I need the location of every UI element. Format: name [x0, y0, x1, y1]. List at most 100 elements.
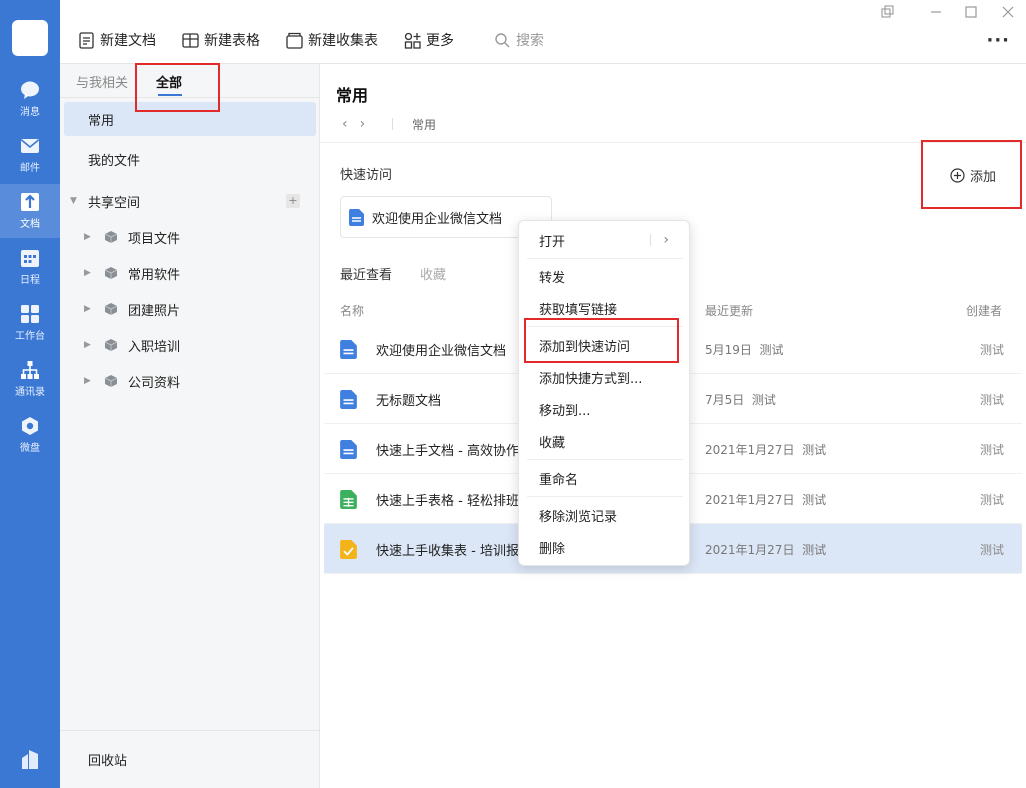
new-sheet-icon — [182, 32, 199, 48]
new-doc-label: 新建文档 — [100, 33, 156, 49]
file-creator: 测试 — [979, 343, 1004, 357]
file-creator: 测试 — [979, 393, 1004, 407]
rail-item-mail[interactable]: 邮件 — [0, 128, 60, 182]
new-form-button[interactable]: 新建收集表 — [286, 28, 378, 52]
menu-open-label: 打开 — [539, 234, 566, 250]
mail-icon — [20, 139, 40, 153]
cube-icon — [104, 267, 118, 279]
file-updated: 5月19日 测试 — [705, 343, 784, 357]
menu-remove-history[interactable]: 移除浏览记录 — [519, 500, 691, 530]
file-creator: 测试 — [979, 443, 1004, 457]
tab-related[interactable]: 与我相关 — [76, 72, 128, 91]
menu-delete[interactable]: 删除 — [519, 532, 691, 562]
drive-icon — [22, 417, 38, 435]
close-icon[interactable] — [1000, 4, 1016, 20]
tab-recent[interactable]: 最近查看 — [340, 264, 392, 283]
cube-icon — [104, 339, 118, 351]
back-button[interactable]: ‹ — [342, 116, 348, 132]
new-sheet-label: 新建表格 — [204, 33, 260, 49]
expand-arrow-icon: ▶ — [84, 304, 91, 314]
form-file-icon — [340, 540, 357, 559]
more-label: 更多 — [426, 33, 454, 49]
shared-space-label: 共享空间 — [88, 195, 141, 211]
rail-item-workbench[interactable]: 工作台 — [0, 296, 60, 350]
pin-window-icon[interactable] — [879, 4, 895, 20]
chevron-right-icon[interactable]: › — [663, 232, 669, 248]
column-updated[interactable]: 最近更新 — [705, 302, 753, 319]
menu-divider — [527, 459, 683, 460]
context-menu: 打开 › 转发 获取填写链接 添加到快速访问 添加快捷方式到... 移动到...… — [518, 220, 690, 566]
overflow-menu-button[interactable]: ··· — [986, 30, 1010, 51]
folder-item[interactable]: ▶ 团建照片 — [84, 294, 180, 324]
document-icon — [21, 193, 39, 211]
rail-label: 邮件 — [20, 163, 40, 174]
menu-add-shortcut[interactable]: 添加快捷方式到... — [519, 362, 691, 392]
file-creator: 测试 — [979, 543, 1004, 557]
left-rail: 消息 邮件 文档 日程 工作台 通讯录 微盘 — [0, 0, 60, 788]
column-name[interactable]: 名称 — [340, 302, 364, 319]
menu-rename[interactable]: 重命名 — [519, 463, 691, 493]
menu-forward[interactable]: 转发 — [519, 261, 691, 291]
apps-icon — [404, 32, 421, 49]
search-placeholder: 搜索 — [516, 33, 544, 49]
breadcrumb-divider — [392, 118, 393, 130]
minimize-icon[interactable] — [928, 4, 944, 20]
expand-arrow-icon: ▶ — [84, 232, 91, 242]
file-updated: 2021年1月27日 测试 — [705, 543, 827, 557]
file-name: 快速上手收集表 - 培训报名 — [376, 544, 532, 559]
search-box[interactable]: 搜索 — [494, 28, 544, 52]
building-icon[interactable] — [19, 748, 41, 770]
avatar[interactable] — [12, 20, 48, 56]
rail-item-messages[interactable]: 消息 — [0, 72, 60, 126]
file-name: 快速上手文档 - 高效协作 — [376, 444, 519, 459]
menu-divider — [527, 496, 683, 497]
folder-item[interactable]: ▶ 项目文件 — [84, 222, 180, 252]
contacts-icon — [21, 361, 39, 379]
menu-favorite[interactable]: 收藏 — [519, 426, 691, 456]
expand-arrow-icon: ▶ — [84, 268, 91, 278]
rail-item-calendar[interactable]: 日程 — [0, 240, 60, 294]
doc-file-icon — [340, 390, 357, 409]
folder-item[interactable]: ▶ 常用软件 — [84, 258, 180, 288]
recycle-bin[interactable]: 回收站 — [60, 730, 320, 788]
chat-icon — [21, 81, 39, 99]
rail-item-drive[interactable]: 微盘 — [0, 408, 60, 462]
rail-label: 文档 — [20, 219, 40, 230]
folder-item[interactable]: ▶ 入职培训 — [84, 330, 180, 360]
more-button[interactable]: 更多 — [404, 28, 454, 52]
maximize-icon[interactable] — [963, 4, 979, 20]
rail-label: 通讯录 — [15, 387, 45, 398]
new-sheet-button[interactable]: 新建表格 — [182, 28, 260, 52]
page-title: 常用 — [336, 86, 369, 105]
folder-label: 入职培训 — [128, 339, 181, 355]
doc-file-icon — [349, 208, 364, 226]
tab-favorites[interactable]: 收藏 — [420, 264, 446, 283]
cube-icon — [104, 231, 118, 243]
collapse-arrow-icon: ▼ — [70, 196, 77, 206]
folder-label: 常用软件 — [128, 267, 181, 283]
new-doc-icon — [79, 31, 94, 49]
calendar-icon — [21, 250, 39, 267]
file-updated: 2021年1月27日 测试 — [705, 443, 827, 457]
highlight-box-add — [921, 140, 1022, 209]
folder-label: 公司资料 — [128, 375, 181, 391]
breadcrumb[interactable]: 常用 — [412, 116, 436, 133]
forward-button[interactable]: › — [360, 116, 366, 132]
rail-item-contacts[interactable]: 通讯录 — [0, 352, 60, 406]
nav-my-files[interactable]: 我的文件 — [64, 142, 316, 176]
folder-pane: 与我相关 全部 常用 我的文件 ▼ 共享空间 + ▶ 项目文件 ▶ 常用软件 ▶… — [60, 64, 320, 788]
doc-file-icon — [340, 440, 357, 459]
add-space-button[interactable]: + — [286, 194, 300, 208]
rail-item-docs[interactable]: 文档 — [0, 184, 60, 238]
new-doc-button[interactable]: 新建文档 — [78, 28, 156, 52]
highlight-box-all-tab — [135, 63, 220, 112]
expand-arrow-icon: ▶ — [84, 340, 91, 350]
cube-icon — [104, 303, 118, 315]
menu-move-to[interactable]: 移动到... — [519, 394, 691, 424]
file-updated: 2021年1月27日 测试 — [705, 493, 827, 507]
shared-space-header[interactable]: ▼ 共享空间 + — [70, 186, 310, 216]
highlight-box-add-quick — [524, 318, 679, 363]
folder-item[interactable]: ▶ 公司资料 — [84, 366, 180, 396]
column-creator[interactable]: 创建者 — [966, 302, 1002, 319]
menu-open[interactable]: 打开 › — [519, 225, 691, 255]
